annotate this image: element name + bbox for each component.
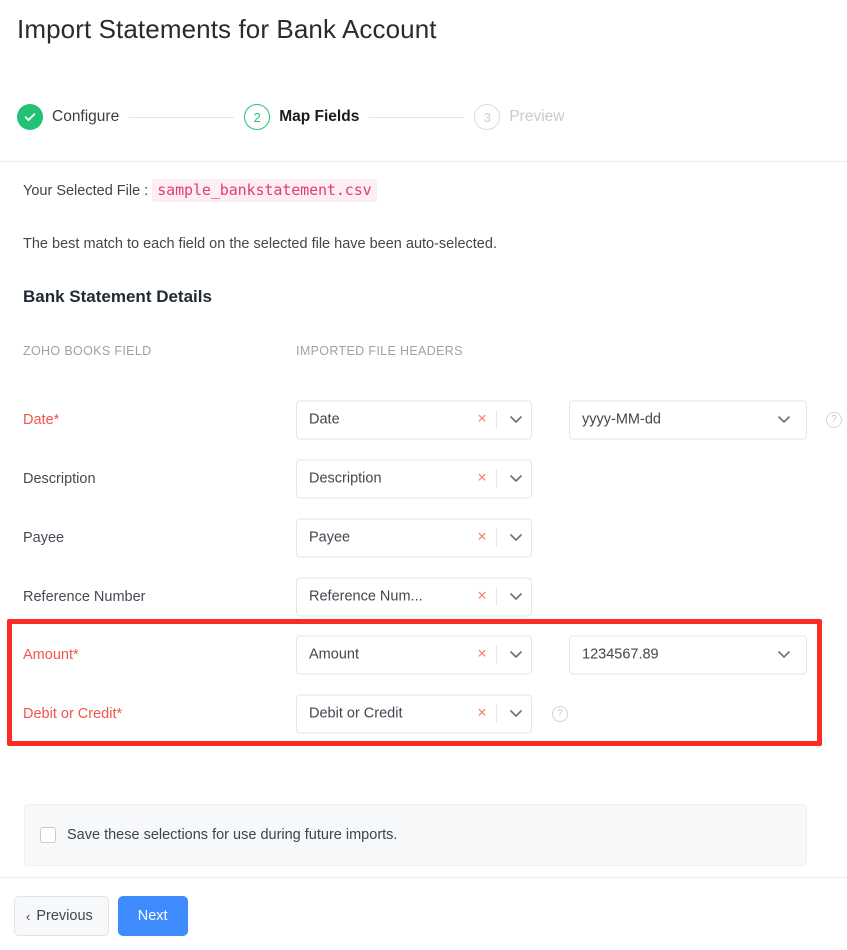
step-map-fields-bullet: 2 bbox=[244, 104, 270, 130]
header-select-description-value: Description bbox=[297, 471, 470, 487]
step-map-fields-label: Map Fields bbox=[279, 108, 359, 126]
clear-icon[interactable]: × bbox=[470, 647, 494, 663]
field-label-description: Description bbox=[23, 471, 96, 487]
step-configure-label: Configure bbox=[52, 108, 119, 126]
header-select-debit-or-credit-value: Debit or Credit bbox=[297, 706, 470, 722]
clear-icon[interactable]: × bbox=[470, 589, 494, 605]
field-label-reference-number: Reference Number bbox=[23, 589, 146, 605]
automatch-hint: The best match to each field on the sele… bbox=[23, 236, 497, 252]
date-format-select[interactable]: yyyy-MM-dd bbox=[569, 400, 807, 439]
mapping-row-payee: Payee Payee × bbox=[0, 508, 847, 567]
next-button-label: Next bbox=[138, 908, 168, 924]
column-header-imported-headers: IMPORTED FILE HEADERS bbox=[296, 344, 463, 358]
clear-icon[interactable]: × bbox=[470, 412, 494, 428]
help-icon[interactable]: ? bbox=[552, 706, 568, 722]
footer-divider bbox=[0, 877, 847, 878]
field-label-payee: Payee bbox=[23, 530, 64, 546]
select-separator bbox=[496, 705, 497, 723]
progress-stepper: Configure 2 Map Fields 3 Preview bbox=[17, 104, 564, 130]
header-select-payee-value: Payee bbox=[297, 530, 470, 546]
header-select-payee[interactable]: Payee × bbox=[296, 518, 532, 557]
field-label-debit-or-credit: Debit or Credit* bbox=[23, 706, 122, 722]
amount-format-value: 1234567.89 bbox=[570, 647, 766, 663]
page-title: Import Statements for Bank Account bbox=[17, 14, 437, 45]
selected-file-name: sample_bankstatement.csv bbox=[152, 179, 376, 202]
stepper-connector-2 bbox=[369, 117, 464, 118]
import-statements-page: Import Statements for Bank Account Confi… bbox=[0, 0, 847, 950]
save-selections-checkbox[interactable] bbox=[40, 827, 56, 843]
header-select-description[interactable]: Description × bbox=[296, 459, 532, 498]
step-preview[interactable]: 3 Preview bbox=[474, 104, 564, 130]
header-select-date[interactable]: Date × bbox=[296, 400, 532, 439]
header-select-date-value: Date bbox=[297, 412, 470, 428]
mapping-row-reference-number: Reference Number Reference Num... × bbox=[0, 567, 847, 626]
chevron-down-icon[interactable] bbox=[501, 475, 531, 483]
previous-button-label: Previous bbox=[36, 908, 92, 924]
header-select-amount[interactable]: Amount × bbox=[296, 635, 532, 674]
select-separator bbox=[496, 470, 497, 488]
field-label-amount: Amount* bbox=[23, 647, 79, 663]
clear-icon[interactable]: × bbox=[470, 530, 494, 546]
header-select-reference-number[interactable]: Reference Num... × bbox=[296, 577, 532, 616]
mapping-row-description: Description Description × bbox=[0, 449, 847, 508]
clear-icon[interactable]: × bbox=[470, 706, 494, 722]
header-select-reference-number-value: Reference Num... bbox=[297, 589, 470, 605]
header-select-debit-or-credit[interactable]: Debit or Credit × bbox=[296, 694, 532, 733]
chevron-left-icon: ‹ bbox=[26, 909, 30, 924]
save-selections-panel: Save these selections for use during fut… bbox=[24, 804, 807, 866]
step-preview-label: Preview bbox=[509, 108, 564, 126]
next-button[interactable]: Next bbox=[118, 896, 188, 936]
chevron-down-icon[interactable] bbox=[501, 416, 531, 424]
select-separator bbox=[496, 529, 497, 547]
mapping-row-date: Date* Date × yyyy-MM-dd ? bbox=[0, 390, 847, 449]
chevron-down-icon[interactable] bbox=[501, 593, 531, 601]
header-select-amount-value: Amount bbox=[297, 647, 470, 663]
footer-actions: ‹ Previous Next bbox=[14, 896, 188, 936]
date-format-value: yyyy-MM-dd bbox=[570, 412, 766, 428]
field-label-date: Date* bbox=[23, 412, 59, 428]
chevron-down-icon[interactable] bbox=[501, 651, 531, 659]
stepper-connector-1 bbox=[129, 117, 234, 118]
select-separator bbox=[496, 646, 497, 664]
column-header-zoho-field: ZOHO BOOKS FIELD bbox=[23, 344, 152, 358]
step-preview-bullet: 3 bbox=[474, 104, 500, 130]
check-icon bbox=[23, 110, 37, 124]
select-separator bbox=[496, 411, 497, 429]
header-divider bbox=[0, 161, 847, 162]
select-separator bbox=[496, 588, 497, 606]
previous-button[interactable]: ‹ Previous bbox=[14, 896, 109, 936]
amount-format-select[interactable]: 1234567.89 bbox=[569, 635, 807, 674]
selected-file-row: Your Selected File : sample_bankstatemen… bbox=[23, 181, 377, 199]
chevron-down-icon[interactable] bbox=[766, 416, 802, 424]
chevron-down-icon[interactable] bbox=[501, 710, 531, 718]
mapping-row-amount: Amount* Amount × 1234567.89 bbox=[0, 625, 847, 684]
section-title: Bank Statement Details bbox=[23, 287, 212, 307]
help-icon[interactable]: ? bbox=[826, 412, 842, 428]
chevron-down-icon[interactable] bbox=[501, 534, 531, 542]
step-configure[interactable]: Configure bbox=[17, 104, 119, 130]
step-configure-bullet bbox=[17, 104, 43, 130]
chevron-down-icon[interactable] bbox=[766, 651, 802, 659]
save-selections-label: Save these selections for use during fut… bbox=[67, 827, 397, 843]
selected-file-label: Your Selected File : bbox=[23, 183, 148, 199]
step-map-fields[interactable]: 2 Map Fields bbox=[244, 104, 359, 130]
mapping-row-debit-or-credit: Debit or Credit* Debit or Credit × ? bbox=[0, 684, 847, 743]
clear-icon[interactable]: × bbox=[470, 471, 494, 487]
